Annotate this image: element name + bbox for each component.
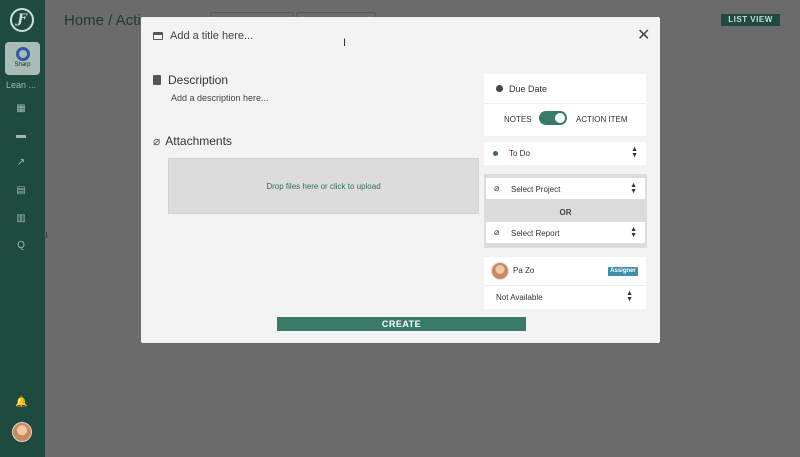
status-value: To Do	[509, 149, 530, 158]
paperclip-icon: ⌀	[494, 227, 500, 237]
new-item-modal: Add a title here... I ✕ Description Add …	[141, 17, 660, 343]
attachments-heading-label: Attachments	[165, 134, 232, 148]
document-icon	[153, 75, 161, 85]
notes-action-toggle[interactable]	[539, 111, 567, 125]
bell-icon[interactable]: 🔔	[15, 397, 27, 409]
title-card-icon	[153, 32, 163, 40]
select-caret-icon: ▲ ▼	[630, 182, 637, 195]
select-project[interactable]: ⌀ Select Project ▲ ▼	[486, 178, 645, 199]
text-cursor-icon: I	[343, 37, 347, 49]
book-icon[interactable]: ▥	[15, 213, 27, 225]
status-dot-icon	[493, 151, 498, 156]
due-date-label: Due Date	[509, 84, 548, 94]
availability-select[interactable]: Not Available	[496, 293, 543, 302]
select-caret-icon: ▲ ▼	[626, 290, 633, 303]
title-input[interactable]: Add a title here...	[170, 30, 253, 42]
folder-icon[interactable]: ▬	[15, 130, 27, 142]
assigner-badge: Assigner	[608, 267, 638, 276]
select-caret-icon: ▲ ▼	[631, 146, 638, 159]
workspace-card-label: Sharp	[14, 62, 31, 68]
file-dropzone[interactable]: Drop files here or click to upload	[168, 158, 479, 214]
association-group: ⌀ Select Project ▲ ▼ OR ⌀ Select Report ▲…	[484, 174, 647, 248]
page-title: Home / Actio	[64, 12, 150, 29]
description-heading: Description	[153, 73, 228, 87]
toggle-knob	[555, 113, 565, 123]
board-icon[interactable]: ▤	[15, 185, 27, 197]
select-report[interactable]: ⌀ Select Report ▲ ▼	[486, 222, 645, 243]
workspace-name: Lean ...	[6, 80, 37, 90]
description-input[interactable]: Add a description here...	[171, 93, 269, 103]
workspace-card[interactable]: Sharp	[5, 42, 40, 75]
workspace-logo-icon	[15, 47, 30, 61]
select-caret-icon: ▲ ▼	[630, 226, 637, 239]
user-avatar[interactable]	[12, 422, 32, 442]
select-report-label: Select Report	[511, 229, 560, 238]
action-item-label: ACTION ITEM	[576, 115, 628, 124]
assignee-card: Pa Zo Assigner Not Available ▲ ▼	[484, 257, 646, 309]
assignee-avatar	[491, 262, 509, 280]
select-project-label: Select Project	[511, 185, 561, 194]
due-date-card: Due Date NOTES ACTION ITEM	[484, 74, 646, 136]
due-date-field[interactable]: Due Date	[496, 84, 547, 94]
divider	[484, 103, 646, 104]
scroll-handle[interactable]	[46, 232, 47, 238]
app-logo-icon[interactable]: Ƒ	[10, 8, 34, 32]
q-icon[interactable]: Q	[15, 240, 27, 252]
sidebar: Ƒ Sharp Lean ... ▦ ▬ ↗ ▤ ▥ Q 🔔	[0, 0, 45, 457]
list-view-button[interactable]: LIST VIEW	[721, 14, 780, 26]
notes-label: NOTES	[504, 115, 532, 124]
dashboard-icon[interactable]: ▦	[15, 103, 27, 115]
paperclip-icon: ⌀	[494, 183, 500, 193]
paperclip-icon: ⌀	[153, 134, 161, 148]
title-row[interactable]: Add a title here...	[153, 30, 253, 42]
create-button[interactable]: CREATE	[277, 317, 526, 331]
chart-icon[interactable]: ↗	[15, 157, 27, 169]
clock-icon	[496, 85, 503, 92]
description-heading-label: Description	[168, 73, 229, 87]
divider	[484, 285, 646, 286]
assignee-name[interactable]: Pa Zo	[513, 266, 534, 275]
status-select[interactable]: To Do ▲ ▼	[484, 142, 646, 165]
attachments-heading: ⌀ Attachments	[153, 134, 232, 148]
or-separator: OR	[559, 208, 572, 217]
close-button[interactable]: ✕	[637, 25, 650, 45]
